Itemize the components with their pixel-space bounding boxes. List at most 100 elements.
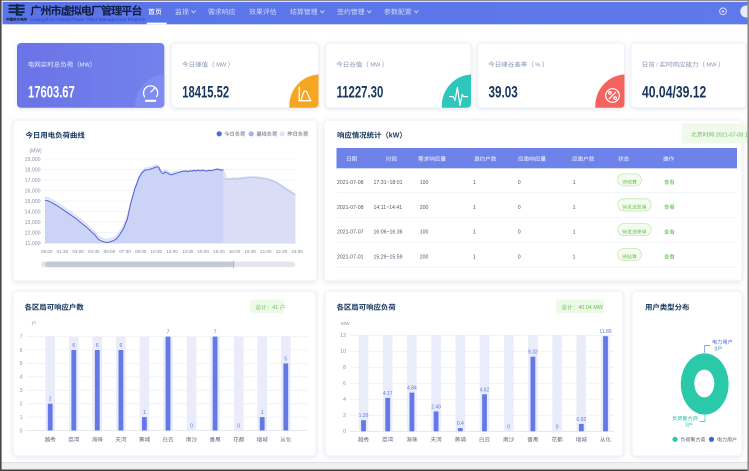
svg-text:0: 0 [20, 428, 23, 434]
svg-text:18:00: 18:00 [229, 249, 241, 254]
svg-text:09:00: 09:00 [135, 249, 147, 254]
svg-text:(MW): (MW) [30, 149, 43, 155]
svg-text:2021-07-08: 2021-07-08 [337, 205, 364, 211]
svg-text:15:00: 15:00 [197, 249, 209, 254]
svg-text:200: 200 [420, 255, 429, 261]
svg-text:01:30: 01:30 [57, 249, 69, 254]
svg-text:200: 200 [420, 205, 429, 211]
svg-text:2: 2 [20, 402, 23, 408]
svg-text:12: 12 [340, 333, 346, 339]
svg-text:0: 0 [518, 255, 521, 261]
svg-text:15:29~15:59: 15:29~15:59 [374, 255, 403, 261]
svg-text:0: 0 [518, 180, 521, 186]
svg-text:16:30: 16:30 [213, 249, 225, 254]
svg-text:0: 0 [518, 230, 521, 236]
svg-text:14:11~14:41: 14:11~14:41 [374, 205, 403, 211]
svg-text:0.4: 0.4 [457, 421, 464, 427]
svg-text:8: 8 [343, 365, 346, 371]
svg-text:0: 0 [343, 429, 346, 435]
svg-text:19:30: 19:30 [244, 249, 256, 254]
svg-text:100: 100 [420, 230, 429, 236]
svg-text:MW: MW [341, 321, 350, 327]
svg-text:11,000: 11,000 [25, 241, 41, 247]
svg-text:16:06~16:36: 16:06~16:36 [374, 230, 403, 236]
svg-text:1: 1 [473, 255, 476, 261]
svg-text:4.17: 4.17 [383, 391, 393, 397]
svg-text:6: 6 [343, 381, 346, 387]
svg-text:0: 0 [507, 424, 510, 430]
svg-text:100: 100 [420, 180, 429, 186]
svg-text:9.32: 9.32 [528, 350, 538, 356]
svg-text:14,000: 14,000 [25, 209, 41, 215]
svg-text:16,000: 16,000 [25, 188, 41, 194]
svg-text:06:00: 06:00 [104, 249, 116, 254]
svg-text:2021-07-08 18:01: 2021-07-08 18:01 [716, 133, 749, 139]
svg-text:03:00: 03:00 [72, 249, 84, 254]
svg-text:1: 1 [573, 205, 576, 211]
svg-text:3: 3 [20, 388, 23, 394]
svg-text:5: 5 [284, 356, 287, 362]
svg-text:21:00: 21:00 [260, 249, 272, 254]
svg-text:13,000: 13,000 [25, 220, 41, 226]
svg-text:1: 1 [473, 230, 476, 236]
svg-text:MW: MW [216, 63, 227, 69]
svg-text:1: 1 [143, 410, 146, 416]
svg-text:2021-07-01: 2021-07-01 [337, 255, 364, 261]
svg-text:7: 7 [167, 330, 170, 336]
svg-text:2021-07-07: 2021-07-07 [337, 230, 364, 236]
svg-text:2021-07-08: 2021-07-08 [337, 180, 364, 186]
svg-text:17:31~18:01: 17:31~18:01 [374, 180, 403, 186]
svg-text:1: 1 [573, 230, 576, 236]
svg-text:2: 2 [49, 397, 52, 403]
svg-text:12,000: 12,000 [25, 230, 41, 236]
svg-text:1: 1 [261, 410, 264, 416]
svg-text:07:30: 07:30 [119, 249, 131, 254]
svg-text:13:30: 13:30 [182, 249, 194, 254]
svg-text:12:00: 12:00 [166, 249, 178, 254]
svg-text:1: 1 [473, 180, 476, 186]
svg-text:3: 3 [685, 423, 688, 429]
svg-text:5: 5 [20, 361, 23, 367]
svg-text:0: 0 [190, 424, 193, 430]
svg-text:4: 4 [20, 375, 23, 381]
svg-text:10:30: 10:30 [151, 249, 163, 254]
svg-text:6: 6 [20, 348, 23, 354]
svg-text:1.39: 1.39 [359, 413, 369, 419]
svg-text:1: 1 [473, 205, 476, 211]
svg-text:40.04/39.12: 40.04/39.12 [642, 84, 706, 102]
svg-text:1: 1 [573, 180, 576, 186]
svg-text:15,000: 15,000 [25, 199, 41, 205]
svg-text:17603.67: 17603.67 [28, 84, 75, 102]
svg-text:MW: MW [707, 63, 718, 69]
svg-text:7: 7 [20, 334, 23, 340]
svg-text:11.89: 11.89 [599, 329, 611, 335]
svg-text:2.49: 2.49 [431, 404, 441, 410]
svg-text:6: 6 [120, 343, 123, 349]
svg-text:0: 0 [715, 346, 718, 352]
svg-text:11227.30: 11227.30 [337, 84, 384, 102]
svg-text:24:00: 24:00 [291, 249, 303, 254]
svg-text:0: 0 [518, 205, 521, 211]
svg-text:4.62: 4.62 [480, 387, 490, 393]
svg-text:7: 7 [214, 330, 217, 336]
svg-text:04:30: 04:30 [88, 249, 100, 254]
svg-text:6: 6 [96, 343, 99, 349]
svg-text:22:30: 22:30 [276, 249, 288, 254]
svg-text:1: 1 [20, 415, 23, 421]
svg-text:0.92: 0.92 [576, 417, 586, 423]
svg-text:18,000: 18,000 [25, 167, 41, 173]
svg-text:2: 2 [343, 413, 346, 419]
svg-text:10: 10 [340, 349, 346, 355]
svg-text:4.84: 4.84 [407, 386, 417, 392]
svg-text:17,000: 17,000 [25, 178, 41, 184]
svg-text:MW: MW [370, 63, 381, 69]
svg-text:MW: MW [80, 63, 91, 69]
svg-text:4: 4 [343, 397, 346, 403]
svg-text:0: 0 [237, 424, 240, 430]
svg-text:6: 6 [72, 343, 75, 349]
svg-text:%: % [535, 63, 540, 69]
svg-text:00:00: 00:00 [41, 249, 53, 254]
svg-text:18415.52: 18415.52 [182, 84, 229, 102]
svg-text:Guangzhou Virtual Power Plant: Guangzhou Virtual Power Plant Management… [30, 17, 145, 23]
svg-text:kW: kW [389, 133, 400, 140]
